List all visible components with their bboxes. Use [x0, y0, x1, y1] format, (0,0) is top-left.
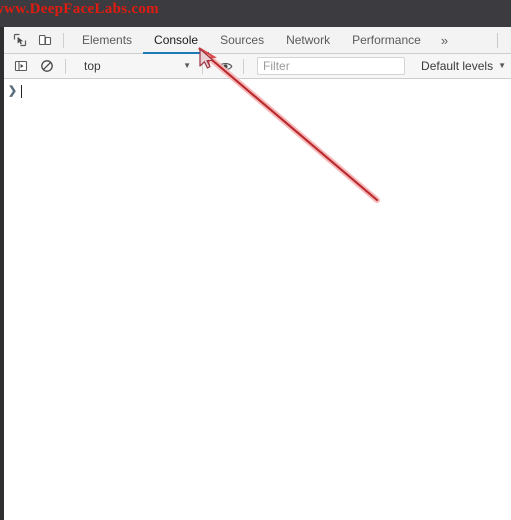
- console-toolbar-divider: [65, 58, 66, 74]
- console-toolbar-divider-2: [202, 58, 204, 74]
- tab-network-label: Network: [286, 33, 331, 47]
- chevron-down-icon: ▼: [183, 61, 192, 70]
- log-levels-label: Default levels: [421, 59, 494, 73]
- live-expression-eye-icon[interactable]: [214, 55, 236, 77]
- tab-list: Elements Console Sources Network Perform…: [71, 27, 457, 54]
- log-levels-select[interactable]: Default levels ▼: [416, 57, 511, 76]
- tab-console[interactable]: Console: [143, 27, 210, 54]
- console-message-area[interactable]: ❯: [4, 79, 511, 518]
- console-text-caret: [21, 84, 22, 98]
- tab-network[interactable]: Network: [275, 27, 341, 54]
- console-prompt-row[interactable]: ❯: [4, 79, 511, 100]
- toolbar-divider: [63, 32, 64, 48]
- execution-context-label: top: [84, 59, 101, 73]
- tab-sources[interactable]: Sources: [209, 27, 275, 54]
- tab-sources-label: Sources: [220, 33, 265, 47]
- watermark-bar: www.DeepFaceLabs.com: [0, 0, 511, 27]
- more-tabs-label: »: [440, 32, 449, 48]
- console-prompt-chevron-icon: ❯: [7, 84, 18, 97]
- more-tabs-chevron-icon[interactable]: »: [432, 27, 457, 54]
- tab-elements-label: Elements: [82, 33, 133, 47]
- tab-performance-label: Performance: [352, 33, 421, 47]
- devtools-tab-strip: Elements Console Sources Network Perform…: [4, 27, 511, 54]
- tab-console-label: Console: [154, 33, 199, 47]
- console-toolbar-divider-3: [243, 58, 245, 74]
- tab-strip-end-divider: [497, 33, 498, 48]
- watermark-text: www.DeepFaceLabs.com: [0, 1, 159, 17]
- execution-context-select[interactable]: top ▼: [77, 57, 195, 76]
- console-filter-input[interactable]: [257, 57, 406, 75]
- device-toolbar-icon[interactable]: [34, 29, 56, 51]
- clear-console-icon[interactable]: [36, 55, 58, 77]
- devtools-panel: Elements Console Sources Network Perform…: [0, 27, 511, 520]
- console-toolbar: top ▼ Default levels ▼: [4, 54, 511, 79]
- tab-performance[interactable]: Performance: [341, 27, 432, 54]
- chevron-down-icon-levels: ▼: [498, 61, 506, 70]
- show-console-sidebar-icon[interactable]: [10, 55, 32, 77]
- inspect-element-icon[interactable]: [9, 29, 31, 51]
- tab-elements[interactable]: Elements: [71, 27, 143, 54]
